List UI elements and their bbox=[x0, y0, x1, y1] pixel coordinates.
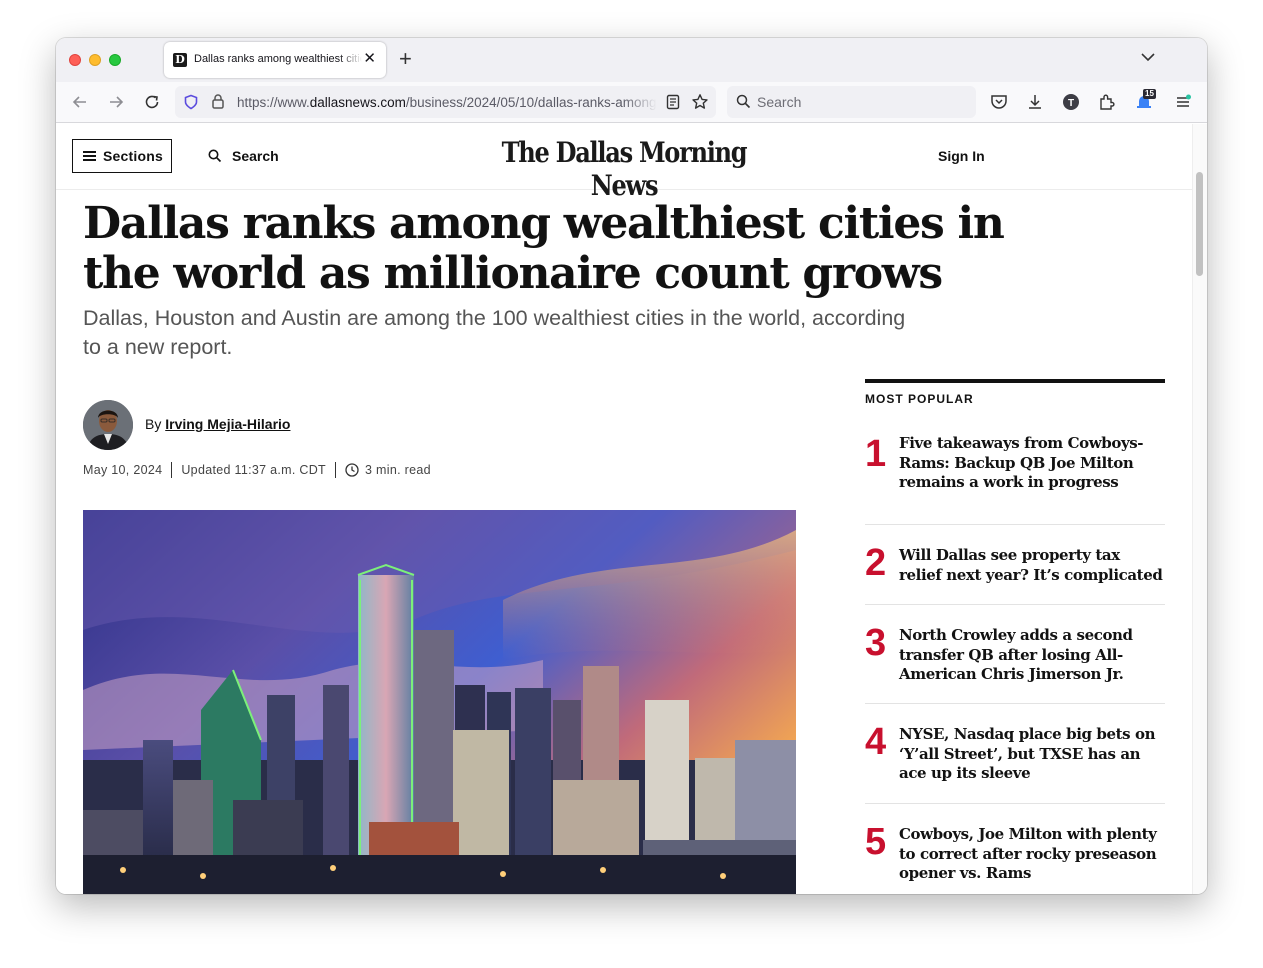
hero-image-dallas-skyline[interactable] bbox=[83, 510, 796, 894]
minimize-window-button[interactable] bbox=[89, 54, 101, 66]
bookmark-star-icon[interactable] bbox=[691, 93, 709, 111]
publish-date: May 10, 2024 bbox=[83, 463, 163, 477]
popular-rank: 2 bbox=[865, 542, 887, 584]
tab-close-icon[interactable]: ✕ bbox=[363, 51, 376, 67]
popular-top-rule bbox=[865, 379, 1165, 383]
search-bar[interactable] bbox=[727, 86, 976, 118]
popular-rank: 4 bbox=[865, 721, 887, 763]
scrollbar-thumb[interactable] bbox=[1196, 172, 1203, 276]
meta-divider bbox=[335, 462, 336, 478]
extensions-puzzle-icon[interactable] bbox=[1097, 92, 1117, 112]
author-link[interactable]: Irving Mejia-Hilario bbox=[165, 416, 290, 432]
author-avatar[interactable] bbox=[83, 400, 133, 450]
tab-title: Dallas ranks among wealthiest cities in … bbox=[194, 53, 362, 65]
popular-item[interactable]: 1 Five takeaways from Cowboys-Rams: Back… bbox=[865, 406, 1165, 525]
search-icon bbox=[736, 94, 751, 109]
popular-rank: 5 bbox=[865, 821, 887, 863]
reload-icon[interactable] bbox=[143, 93, 161, 111]
popular-headline-link[interactable]: Five takeaways from Cowboys-Rams: Backup… bbox=[899, 434, 1165, 493]
byline-prefix: By bbox=[145, 416, 162, 432]
pocket-icon[interactable] bbox=[989, 92, 1009, 112]
tracking-protection-shield-icon[interactable] bbox=[183, 94, 199, 110]
sign-in-link[interactable]: Sign In bbox=[938, 148, 985, 164]
back-arrow-icon[interactable] bbox=[71, 93, 89, 111]
byline: By Irving Mejia-Hilario bbox=[145, 416, 290, 432]
site-favicon-icon: D bbox=[173, 53, 187, 67]
list-all-tabs-icon[interactable] bbox=[1141, 52, 1155, 62]
popular-rank: 3 bbox=[865, 622, 887, 664]
popular-item[interactable]: 2 Will Dallas see property tax relief ne… bbox=[865, 525, 1165, 605]
article-headline: Dallas ranks among wealthiest cities in … bbox=[83, 198, 1005, 299]
tab-strip: D Dallas ranks among wealthiest cities i… bbox=[56, 38, 1207, 82]
lock-icon[interactable] bbox=[211, 93, 225, 110]
site-search-label: Search bbox=[232, 148, 279, 164]
app-menu-icon[interactable] bbox=[1173, 92, 1193, 112]
meta-divider bbox=[171, 462, 173, 478]
browser-window: D Dallas ranks among wealthiest cities i… bbox=[56, 38, 1207, 894]
close-window-button[interactable] bbox=[69, 54, 81, 66]
navigation-toolbar: https://www.dallasnews.com/business/2024… bbox=[56, 82, 1207, 123]
reader-view-icon[interactable] bbox=[665, 94, 681, 110]
popular-item[interactable]: 5 Cowboys, Joe Milton with plenty to cor… bbox=[865, 804, 1165, 894]
read-time: 3 min. read bbox=[365, 463, 431, 477]
browser-tab-active[interactable]: D Dallas ranks among wealthiest cities i… bbox=[164, 42, 386, 78]
popular-item[interactable]: 4 NYSE, Nasdaq place big bets on ‘Y’all … bbox=[865, 704, 1165, 804]
popular-item[interactable]: 3 North Crowley adds a second transfer Q… bbox=[865, 605, 1165, 704]
search-input[interactable] bbox=[757, 93, 957, 111]
magnifier-icon bbox=[208, 149, 222, 163]
updated-time: Updated 11:37 a.m. CDT bbox=[181, 463, 326, 477]
hamburger-icon bbox=[83, 151, 96, 161]
site-logo[interactable]: The Dallas Morning News bbox=[469, 136, 779, 202]
address-bar[interactable]: https://www.dallasnews.com/business/2024… bbox=[175, 86, 716, 118]
sections-label: Sections bbox=[103, 148, 163, 164]
site-search-button[interactable]: Search bbox=[208, 148, 279, 164]
svg-text:T: T bbox=[1068, 98, 1074, 109]
extension-badge: 15 bbox=[1143, 89, 1156, 99]
downloads-icon[interactable] bbox=[1025, 92, 1045, 112]
popular-headline-link[interactable]: Cowboys, Joe Milton with plenty to corre… bbox=[899, 825, 1165, 884]
site-header: Sections Search The Dallas Morning News … bbox=[56, 124, 1192, 202]
account-avatar-icon[interactable]: T bbox=[1061, 92, 1081, 112]
forward-arrow-icon[interactable] bbox=[107, 93, 125, 111]
popular-headline-link[interactable]: NYSE, Nasdaq place big bets on ‘Y’all St… bbox=[899, 725, 1165, 784]
article-meta: May 10, 2024 Updated 11:37 a.m. CDT 3 min.… bbox=[83, 462, 431, 478]
sections-menu-button[interactable]: Sections bbox=[72, 139, 172, 173]
url-text[interactable]: https://www.dallasnews.com/business/2024… bbox=[237, 95, 657, 110]
new-tab-button[interactable]: + bbox=[399, 48, 412, 70]
page-content: Sections Search The Dallas Morning News … bbox=[56, 124, 1192, 894]
popular-rank: 1 bbox=[865, 433, 887, 475]
most-popular-sidebar: MOST POPULAR 1 Five takeaways from Cowbo… bbox=[865, 379, 1165, 894]
popular-headline-link[interactable]: Will Dallas see property tax relief next… bbox=[899, 546, 1165, 585]
popular-headline-link[interactable]: North Crowley adds a second transfer QB … bbox=[899, 626, 1165, 685]
most-popular-heading: MOST POPULAR bbox=[865, 392, 974, 406]
zoom-window-button[interactable] bbox=[109, 54, 121, 66]
clock-icon bbox=[345, 463, 359, 477]
article-dek: Dallas, Houston and Austin are among the… bbox=[83, 306, 906, 359]
